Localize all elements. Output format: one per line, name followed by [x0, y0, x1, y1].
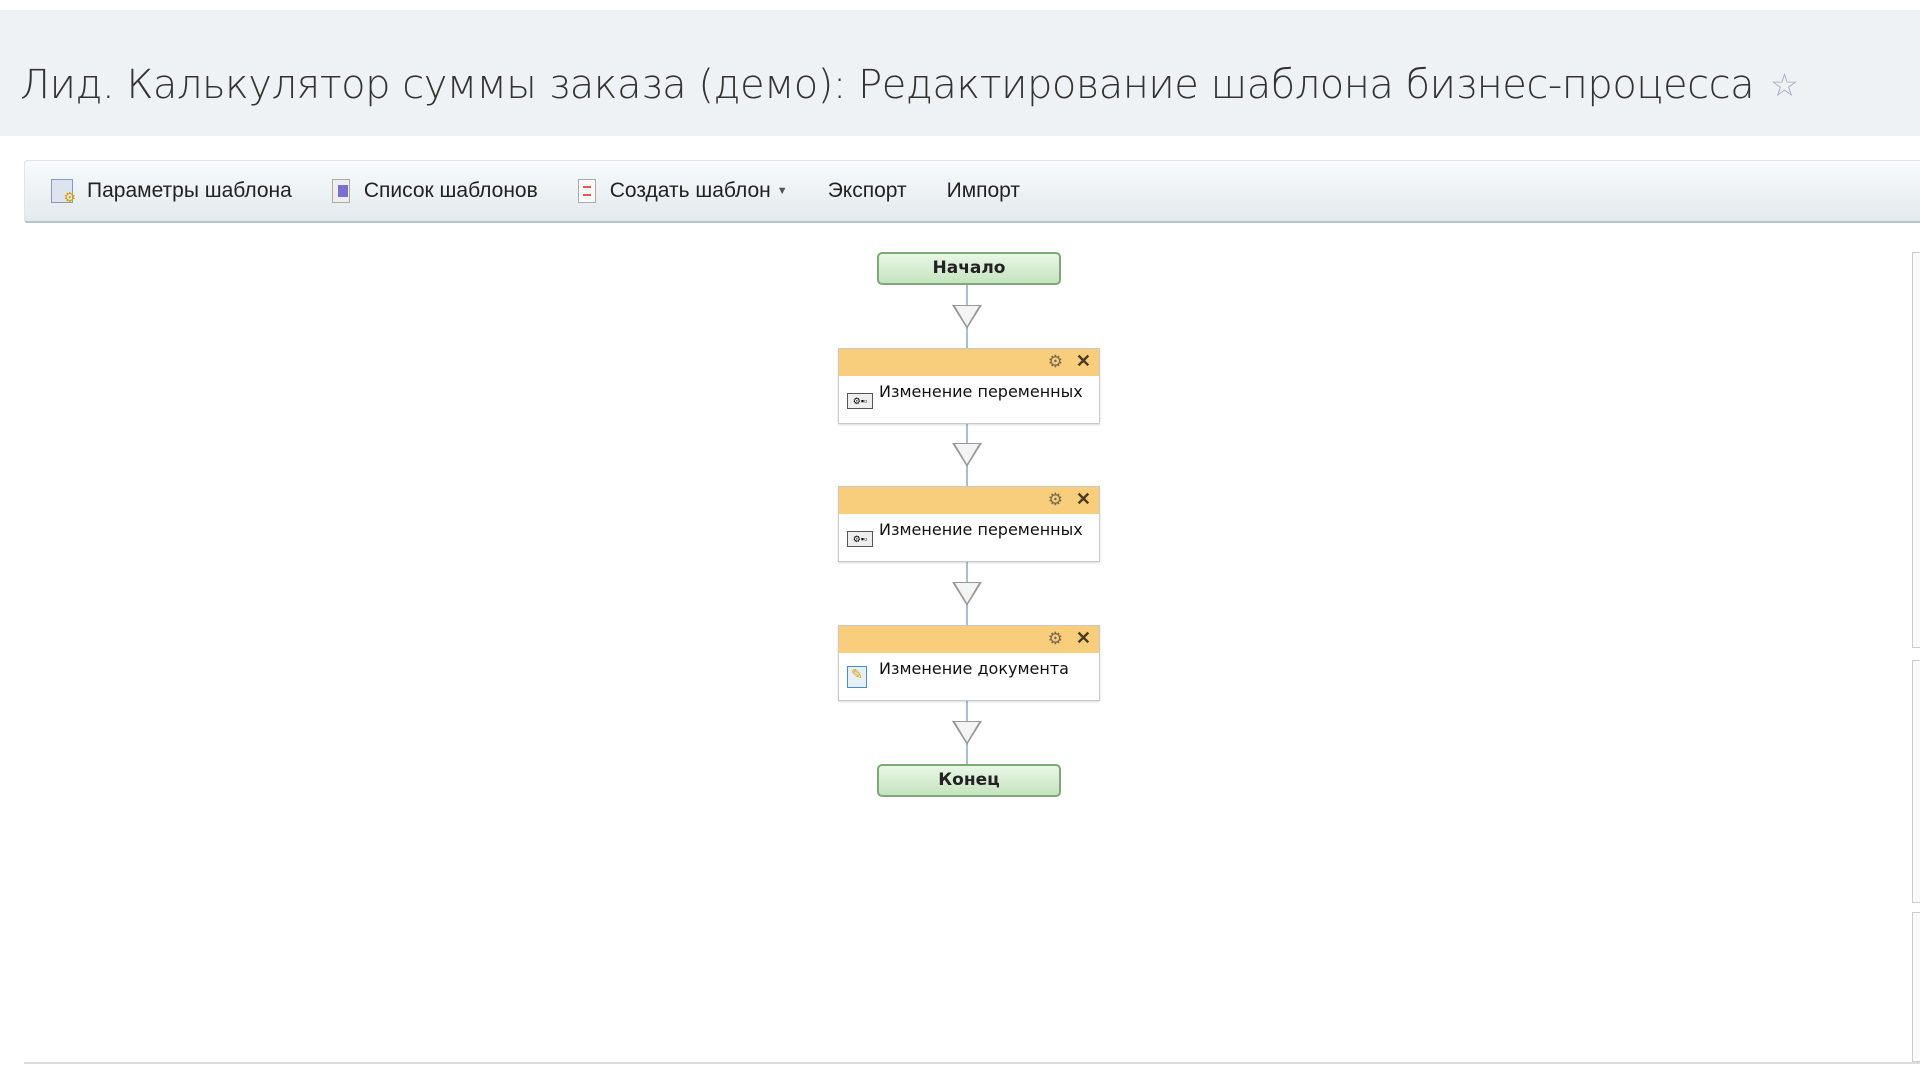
- create-template-icon: [577, 179, 596, 203]
- page-title-text: Лид. Калькулятор суммы заказа (демо): Ре…: [20, 62, 1755, 108]
- activity-header: ⚙ ✕: [839, 626, 1099, 653]
- insert-point-arrow[interactable]: [952, 582, 982, 606]
- dropdown-arrow-icon: ▼: [776, 185, 788, 197]
- export-label: Экспорт: [827, 179, 907, 202]
- side-panel[interactable]: [1912, 252, 1920, 648]
- activity-block[interactable]: ⚙ ✕ ⚙▪▫ Изменение переменных: [838, 348, 1100, 424]
- export-button[interactable]: Экспорт: [828, 179, 907, 203]
- template-list-button[interactable]: Список шаблонов: [331, 179, 538, 203]
- import-label: Импорт: [946, 179, 1021, 202]
- create-template-label: Создать шаблон: [609, 179, 771, 202]
- create-template-button[interactable]: Создать шаблон ▼: [577, 179, 788, 203]
- activity-header: ⚙ ✕: [839, 349, 1099, 376]
- edit-document-icon: ✎: [847, 666, 867, 688]
- bottom-divider: [24, 1062, 1920, 1064]
- close-icon[interactable]: ✕: [1076, 489, 1091, 510]
- page-title: Лид. Калькулятор суммы заказа (демо): Ре…: [20, 62, 1799, 108]
- template-settings-icon: ⚙: [51, 179, 76, 205]
- insert-point-arrow[interactable]: [952, 305, 982, 329]
- page-header: Лид. Калькулятор суммы заказа (демо): Ре…: [0, 10, 1920, 136]
- variables-icon: ⚙▪▫: [847, 531, 873, 547]
- activity-header: ⚙ ✕: [839, 487, 1099, 514]
- activity-label: Изменение переменных: [879, 520, 1083, 539]
- template-settings-button[interactable]: ⚙ Параметры шаблона: [51, 179, 292, 205]
- gear-icon[interactable]: ⚙: [1048, 352, 1063, 372]
- start-node: Начало: [877, 252, 1061, 285]
- close-icon[interactable]: ✕: [1076, 351, 1091, 372]
- side-panel[interactable]: [1912, 660, 1920, 903]
- insert-point-arrow[interactable]: [952, 443, 982, 467]
- close-icon[interactable]: ✕: [1076, 628, 1091, 649]
- activity-label: Изменение переменных: [879, 382, 1083, 401]
- activity-label: Изменение документа: [879, 659, 1069, 678]
- template-settings-label: Параметры шаблона: [87, 179, 292, 202]
- activity-block[interactable]: ⚙ ✕ ⚙▪▫ Изменение переменных: [838, 486, 1100, 562]
- star-icon[interactable]: ☆: [1770, 66, 1799, 104]
- side-panel[interactable]: [1912, 912, 1920, 1062]
- activity-block[interactable]: ⚙ ✕ ✎ Изменение документа: [838, 625, 1100, 701]
- gear-icon[interactable]: ⚙: [1048, 490, 1063, 510]
- gear-icon[interactable]: ⚙: [1048, 629, 1063, 649]
- template-list-label: Список шаблонов: [363, 179, 538, 202]
- end-node: Конец: [877, 764, 1061, 797]
- variables-icon: ⚙▪▫: [847, 393, 873, 409]
- template-list-icon: [331, 179, 350, 203]
- import-button[interactable]: Импорт: [947, 179, 1020, 203]
- insert-point-arrow[interactable]: [952, 721, 982, 745]
- toolbar: ⚙ Параметры шаблона Список шаблонов Созда…: [24, 160, 1920, 223]
